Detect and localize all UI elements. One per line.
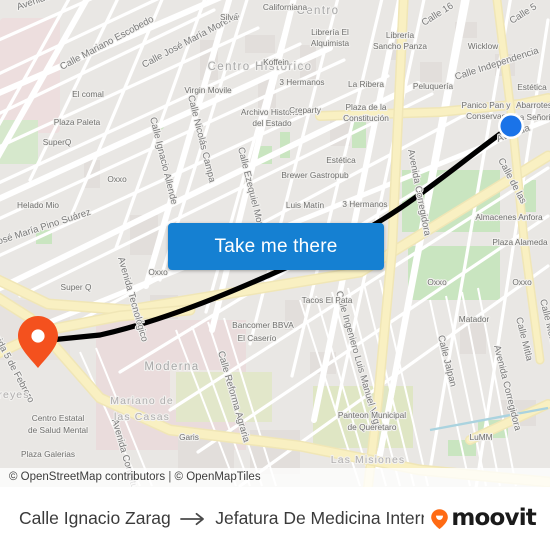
poi-label: Alquimista (311, 38, 350, 48)
area-label: reyes (0, 389, 30, 401)
destination-label: Jefatura De Medicina Intern… (215, 508, 424, 528)
poi-label: Brewer Gastropub (281, 170, 349, 180)
moovit-pin-icon (430, 508, 449, 530)
poi-label: Oxxo (107, 174, 127, 184)
poi-label: Estética (517, 82, 547, 92)
poi-label: del Estado (252, 118, 292, 128)
poi-label: La Ribera (348, 79, 384, 89)
poi-label: Oxxo (427, 277, 447, 287)
area-label: Mariano de (110, 395, 174, 407)
area-label: Las Misiones (331, 454, 405, 466)
poi-label: Creparty (289, 105, 322, 115)
poi-label: Californiana (263, 2, 308, 12)
poi-label: Peluquería (413, 81, 454, 91)
poi-label: 3 Hermanos (279, 77, 324, 87)
arrow-right-icon (180, 512, 206, 526)
attribution-osm[interactable]: © OpenStreetMap contributors (9, 471, 165, 483)
poi-label: Plaza de la (345, 102, 386, 112)
poi-label: 3 Hermanos (342, 199, 387, 209)
poi-label: Panico Pan y (462, 100, 512, 110)
poi-label: Centro Estatal (32, 413, 85, 423)
poi-label: Garis (179, 432, 199, 442)
poi-label: Estética (326, 155, 356, 165)
poi-label: Koffein (263, 57, 289, 67)
poi-label: Plaza Alameda (492, 237, 548, 247)
poi-label: Panteon Municipal (338, 410, 406, 420)
poi-label: Plaza Paleta (54, 117, 101, 127)
poi-label: Oxxo (512, 277, 532, 287)
map-attribution: © OpenStreetMap contributors | © OpenMap… (0, 468, 550, 487)
poi-label: Librería (386, 30, 415, 40)
moovit-logo[interactable]: moovit (430, 505, 537, 531)
poi-label: Almacenes Anfora (475, 212, 543, 222)
bottom-bar: Calle Ignacio Zarag… Jefatura De Medicin… (0, 487, 550, 550)
area-label: Moderna (144, 361, 199, 373)
poi-label: Abarrotes (516, 100, 550, 110)
poi-label: de Salud Mental (28, 425, 88, 435)
take-me-there-button[interactable]: Take me there (168, 223, 384, 270)
trip-summary: Calle Ignacio Zarag… Jefatura De Medicin… (19, 508, 424, 529)
poi-label: El Caserío (238, 333, 277, 343)
poi-label: Super Q (61, 282, 92, 292)
poi-label: Virgin Movile (184, 85, 232, 95)
area-label: las Casas (114, 411, 170, 423)
poi-label: LuMM (469, 432, 492, 442)
poi-label: Librería El (311, 27, 349, 37)
origin-label: Calle Ignacio Zarag… (19, 508, 171, 528)
poi-label: Oxxo (148, 267, 168, 277)
poi-label: Constitución (343, 113, 389, 123)
poi-label: Silva (220, 12, 238, 22)
poi-label: SuperQ (43, 137, 72, 147)
poi-label: Tacos El Pata (302, 295, 353, 305)
poi-label: El comal (72, 89, 104, 99)
area-label: Centro Histórico (208, 61, 313, 73)
moovit-map-screen: Avenida Universidad Calle Mariano Escobe… (0, 0, 550, 550)
attribution-separator: | (168, 471, 172, 483)
poi-label: Sancho Panza (373, 41, 427, 51)
poi-label: Helado Mio (17, 200, 59, 210)
attribution-tiles[interactable]: © OpenMapTiles (175, 471, 261, 483)
poi-label: Bancomer BBVA (232, 320, 294, 330)
moovit-wordmark: moovit (451, 505, 536, 531)
destination-marker[interactable] (498, 113, 524, 139)
poi-label: de Queretaro (348, 422, 397, 432)
poi-label: Matador (459, 314, 490, 324)
poi-label: Wicklow (468, 41, 499, 51)
poi-label: Luis Matín (286, 200, 325, 210)
poi-label: Plaza Galerias (21, 449, 75, 459)
